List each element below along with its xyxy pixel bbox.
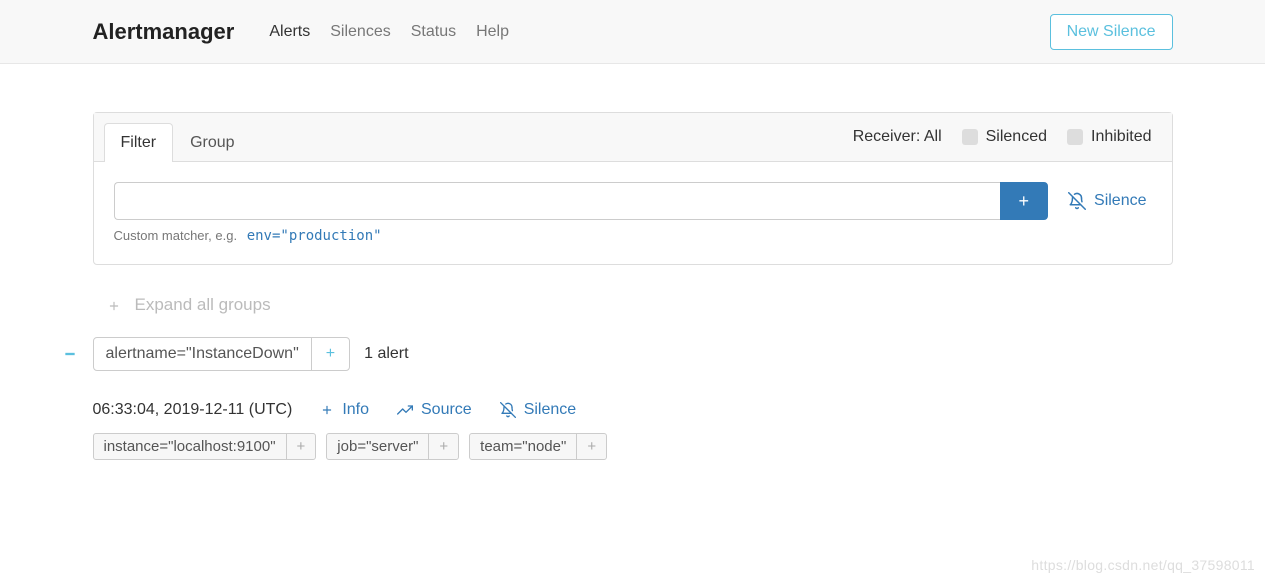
group-label-badge: alertname="InstanceDown" + (93, 337, 351, 371)
silenced-label: Silenced (986, 128, 1047, 146)
chart-icon (397, 402, 413, 418)
plus-icon (107, 295, 121, 315)
group-count: 1 alert (364, 345, 408, 363)
group-label-text[interactable]: alertname="InstanceDown" (94, 338, 312, 370)
info-label: Info (342, 401, 369, 419)
alert-silence-button[interactable]: Silence (500, 401, 576, 419)
label-text[interactable]: job="server" (327, 434, 429, 459)
watermark: https://blog.csdn.net/qq_37598011 (1031, 557, 1255, 573)
label-add-button[interactable]: + (577, 434, 606, 459)
alert-item: 06:33:04, 2019-12-11 (UTC) Info Source S… (93, 401, 1173, 460)
add-filter-button[interactable]: + (1000, 182, 1049, 220)
bell-off-icon (500, 402, 516, 418)
silence-link-label: Silence (1094, 192, 1146, 210)
collapse-group-button[interactable] (63, 343, 77, 366)
brand[interactable]: Alertmanager (93, 19, 235, 45)
label-pill: job="server" + (326, 433, 459, 460)
checkbox-icon (962, 129, 978, 145)
nav-links: Alerts Silences Status Help (259, 15, 519, 49)
navbar: Alertmanager Alerts Silences Status Help… (0, 0, 1265, 64)
nav-help[interactable]: Help (466, 15, 519, 49)
nav-alerts[interactable]: Alerts (259, 15, 320, 49)
nav-silences[interactable]: Silences (320, 15, 400, 49)
receiver-label: Receiver: All (853, 128, 942, 146)
filter-hint: Custom matcher, e.g. env="production" (114, 228, 1152, 244)
label-text[interactable]: team="node" (470, 434, 577, 459)
expand-all-button[interactable]: Expand all groups (93, 287, 1173, 323)
alert-group: alertname="InstanceDown" + 1 alert (93, 337, 1173, 371)
filter-input[interactable] (114, 182, 1001, 220)
group-label-add-button[interactable]: + (312, 338, 349, 370)
expand-all-label: Expand all groups (135, 295, 271, 315)
minus-icon (63, 347, 77, 361)
alert-silence-label: Silence (524, 401, 576, 419)
bell-off-icon (1068, 192, 1086, 210)
hint-example[interactable]: env="production" (247, 228, 382, 244)
plus-icon (320, 403, 334, 417)
filter-card: Filter Group Receiver: All Silenced Inhi… (93, 112, 1173, 265)
silenced-toggle[interactable]: Silenced (962, 128, 1047, 146)
alert-labels: instance="localhost:9100" + job="server"… (93, 433, 1173, 460)
tab-group[interactable]: Group (173, 123, 251, 162)
info-button[interactable]: Info (320, 401, 369, 419)
label-pill: team="node" + (469, 433, 607, 460)
checkbox-icon (1067, 129, 1083, 145)
nav-status[interactable]: Status (401, 15, 466, 49)
alert-timestamp: 06:33:04, 2019-12-11 (UTC) (93, 401, 293, 419)
source-label: Source (421, 401, 472, 419)
label-add-button[interactable]: + (287, 434, 316, 459)
inhibited-toggle[interactable]: Inhibited (1067, 128, 1152, 146)
label-pill: instance="localhost:9100" + (93, 433, 317, 460)
label-add-button[interactable]: + (429, 434, 458, 459)
tab-filter[interactable]: Filter (104, 123, 174, 162)
label-text[interactable]: instance="localhost:9100" (94, 434, 287, 459)
silence-link[interactable]: Silence (1063, 182, 1151, 220)
source-button[interactable]: Source (397, 401, 472, 419)
inhibited-label: Inhibited (1091, 128, 1152, 146)
new-silence-button[interactable]: New Silence (1050, 14, 1173, 50)
